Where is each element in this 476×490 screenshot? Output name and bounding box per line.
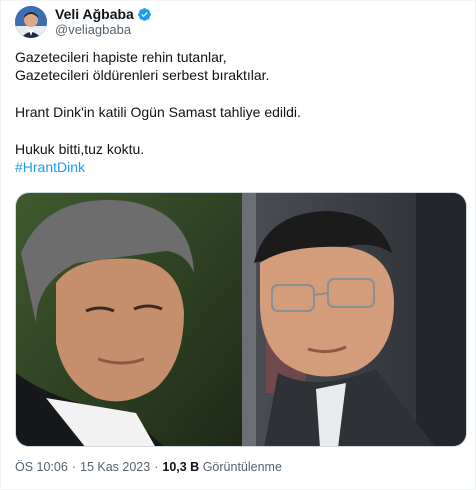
views-count: 10,3 B [162,460,200,474]
tweet-text: Gazetecileri hapiste rehin tutanlar, Gaz… [15,48,465,176]
tweet-meta: ÖS 10:06 · 15 Kas 2023 · 10,3 B Görüntülenme [15,460,282,474]
views-label: Görüntülenme [202,460,282,474]
tweet-photo[interactable] [15,192,467,447]
timestamp-link[interactable]: ÖS 10:06 · 15 Kas 2023 [15,460,150,474]
hashtag-link[interactable]: #HrantDink [15,159,85,175]
avatar[interactable] [15,6,47,38]
meta-separator: · [154,460,159,474]
tweet-text-line: Gazetecileri hapiste rehin tutanlar, [15,49,227,65]
tweet-text-line: Hrant Dink'in katili Ogün Samast tahliye… [15,104,301,120]
tweet-header: Veli Ağbaba @veliagbaba [15,6,152,38]
tweet-text-line: Gazetecileri öldürenleri serbest bıraktı… [15,67,270,83]
author-display-name[interactable]: Veli Ağbaba [55,6,134,22]
tweet-card: Veli Ağbaba @veliagbaba Gazetecileri hap… [0,0,476,490]
author-handle[interactable]: @veliagbaba [55,22,152,38]
verified-badge-icon[interactable] [137,7,152,22]
tweet-text-line: Hukuk bitti,tuz koktu. [15,141,145,157]
